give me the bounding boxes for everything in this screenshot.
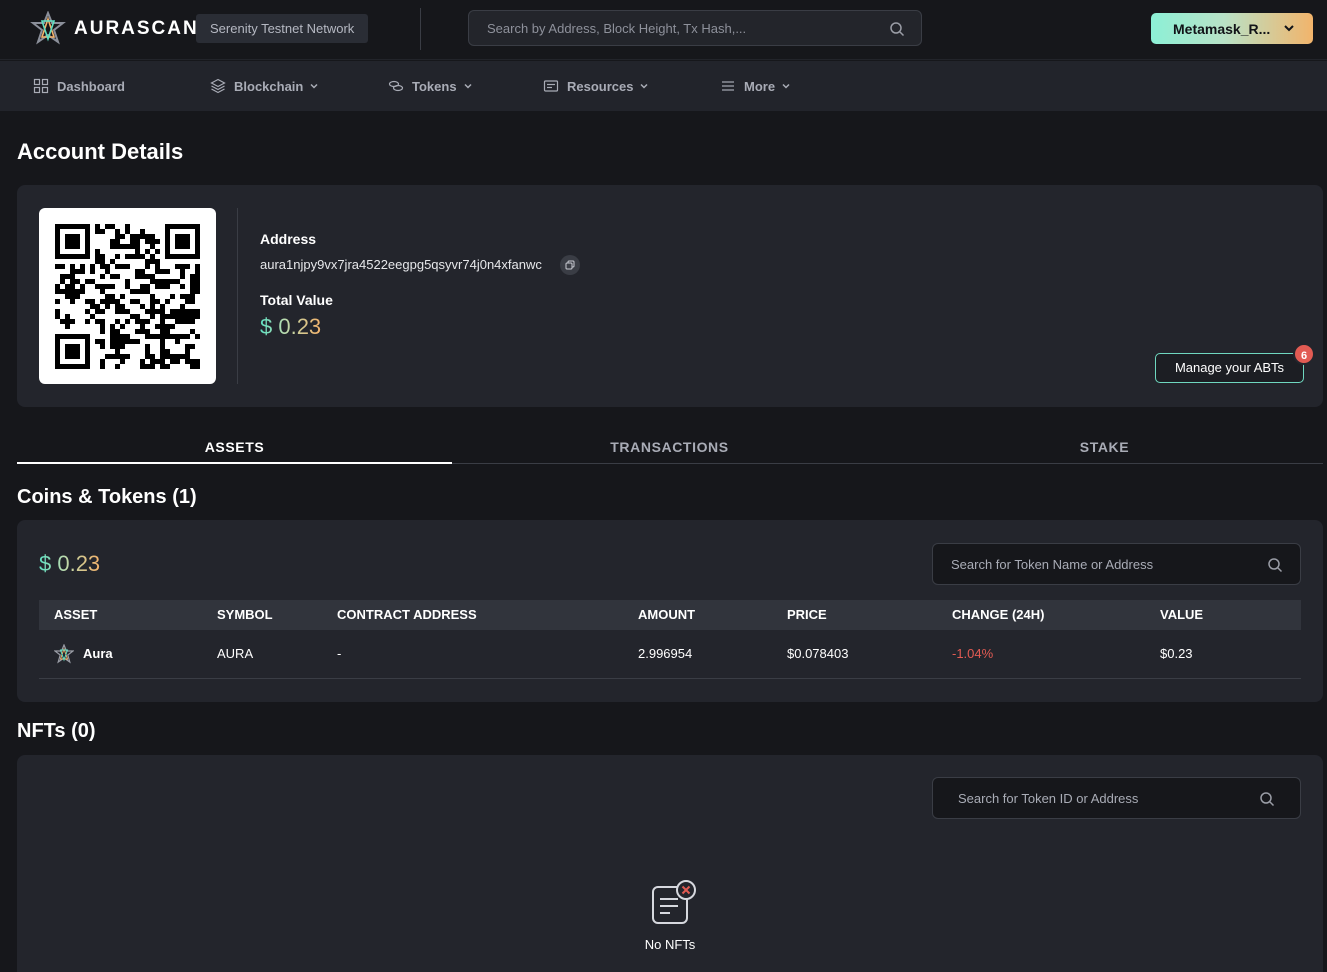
no-nfts-icon [652, 880, 696, 924]
account-address: aura1njpy9vx7jra4522eegpg5qsyvr74j0n4xfa… [260, 257, 542, 272]
page-title: Account Details [17, 139, 184, 164]
contract-address: - [337, 646, 342, 661]
tokens-icon [388, 80, 404, 92]
copy-icon [565, 260, 575, 270]
coins-card: $ 0.23 ASSET SYMBOL CONTRACT ADDRESS AMO… [17, 520, 1323, 702]
tab-transactions[interactable]: TRANSACTIONS [452, 428, 887, 464]
table-row[interactable]: Aura AURA - 2.996954 $0.078403 -1.04% $0… [39, 630, 1301, 679]
qr-code [39, 208, 216, 384]
network-badge[interactable]: Serenity Testnet Network [196, 14, 369, 43]
nav-label: More [744, 78, 776, 94]
account-tabs: ASSETS TRANSACTIONS STAKE [17, 428, 1323, 464]
chevron-down-icon [640, 83, 649, 89]
header-divider [420, 8, 421, 50]
column-header-symbol: SYMBOL [217, 607, 273, 622]
qr-code-icon [55, 224, 200, 369]
account-card: Address aura1njpy9vx7jra4522eegpg5qsyvr7… [17, 185, 1323, 407]
token-search-input[interactable] [933, 544, 1233, 584]
aura-token-icon [54, 644, 74, 664]
search-icon[interactable] [1259, 791, 1275, 807]
nfts-card: No NFTs [17, 755, 1323, 972]
manage-abts-button[interactable]: Manage your ABTs [1155, 353, 1304, 383]
aurascan-logo-icon[interactable] [30, 11, 66, 47]
main-nav: Dashboard Blockchain Tokens Resources Mo… [0, 61, 1327, 111]
card-divider [237, 208, 238, 384]
asset-amount: 2.996954 [638, 646, 693, 661]
top-bar: AURASCAN Serenity Testnet Network Metama… [0, 0, 1327, 60]
nav-label: Resources [567, 78, 634, 94]
global-search[interactable] [468, 10, 922, 46]
address-label: Address [260, 231, 317, 247]
column-header-price: PRICE [787, 607, 827, 622]
copy-address-button[interactable] [560, 255, 580, 275]
tokens-table-header: ASSET SYMBOL CONTRACT ADDRESS AMOUNT PRI… [39, 600, 1301, 630]
nav-item-tokens[interactable]: Tokens [388, 61, 473, 111]
nav-item-more[interactable]: More [720, 61, 791, 111]
asset-price: $0.078403 [787, 646, 849, 661]
column-header-contract: CONTRACT ADDRESS [337, 607, 477, 622]
no-nfts-text: No NFTs [644, 937, 696, 952]
asset-change-24h: -1.04% [952, 646, 994, 661]
search-icon[interactable] [889, 21, 905, 37]
nav-label: Dashboard [57, 78, 125, 94]
nfts-section-title: NFTs (0) [17, 720, 96, 742]
wallet-label: Metamask_R... [1173, 20, 1271, 37]
total-value: $ 0.23 [260, 314, 322, 339]
search-icon[interactable] [1267, 557, 1283, 573]
asset-name[interactable]: Aura [83, 630, 113, 678]
chevron-down-icon [464, 83, 472, 89]
chevron-down-icon [782, 83, 790, 89]
nav-label: Blockchain [234, 78, 304, 94]
menu-icon [722, 81, 734, 91]
resources-icon [543, 80, 559, 92]
nav-item-resources[interactable]: Resources [543, 61, 649, 111]
dashboard-icon [33, 78, 49, 94]
chevron-down-icon [310, 83, 318, 89]
nav-item-dashboard[interactable]: Dashboard [33, 61, 125, 111]
blockchain-icon [210, 78, 226, 94]
tab-stake[interactable]: STAKE [887, 428, 1322, 464]
token-search[interactable] [932, 543, 1301, 585]
coins-section-title: Coins & Tokens (1) [17, 486, 197, 508]
total-value-label: Total Value [260, 292, 333, 308]
nav-item-blockchain[interactable]: Blockchain [210, 61, 319, 111]
tab-assets[interactable]: ASSETS [17, 428, 452, 464]
asset-value: $0.23 [1160, 646, 1193, 661]
column-header-asset: ASSET [54, 607, 98, 622]
nft-search-input[interactable] [933, 778, 1233, 818]
asset-symbol: AURA [217, 646, 254, 661]
brand-name[interactable]: AURASCAN [74, 18, 199, 40]
nav-label: Tokens [412, 78, 457, 94]
nft-search[interactable] [932, 777, 1301, 819]
column-header-value: VALUE [1160, 607, 1204, 622]
global-search-input[interactable] [469, 11, 879, 45]
column-header-amount: AMOUNT [638, 607, 696, 622]
chevron-down-icon [1284, 25, 1294, 32]
coins-total-value: $ 0.23 [39, 551, 101, 576]
wallet-button[interactable]: Metamask_R... [1151, 13, 1313, 44]
column-header-change: CHANGE (24H) [952, 607, 1045, 622]
notification-badge: 6 [1293, 343, 1315, 365]
